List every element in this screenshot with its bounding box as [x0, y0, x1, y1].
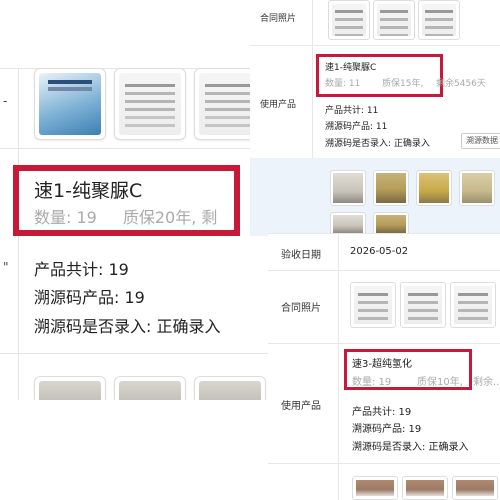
- product-remaining-days: 剩余5456天: [436, 79, 486, 89]
- row-divider: [0, 148, 268, 149]
- product-name: 速1-纯聚脲C: [325, 63, 377, 73]
- acceptance-date-label: 验收日期: [281, 250, 321, 261]
- contract-photo-label: 合同照片: [260, 14, 297, 24]
- row-divider: [250, 45, 500, 46]
- row-divider: [268, 270, 500, 271]
- contract-photo-thumbnail[interactable]: [450, 282, 496, 328]
- acceptance-date-value: 2026-05-02: [350, 246, 409, 257]
- product-quantity: 数量: 19: [34, 208, 97, 227]
- site-photo-thumbnail[interactable]: [459, 170, 495, 206]
- row-marker: -: [3, 94, 8, 108]
- row-divider: [268, 343, 500, 344]
- product-remaining-days: 剩余...: [473, 377, 500, 388]
- row-divider: [268, 463, 500, 464]
- product-highlight-box: [344, 349, 472, 390]
- site-photo-thumbnail[interactable]: [114, 376, 186, 400]
- trace-entered-status: 溯源码是否录入: 正确录入: [325, 139, 430, 149]
- site-photo-thumbnail[interactable]: [402, 476, 448, 500]
- contract-photo-thumbnail[interactable]: [400, 282, 446, 328]
- row-marker: ": [3, 260, 9, 274]
- zoomed-record-table: - " 速1-纯聚脲C 数量: 19 质保20年, 剩 产品共计: 19 溯源码产…: [0, 68, 268, 400]
- contract-photo-thumbnail[interactable]: [328, 0, 370, 40]
- trace-entered-status: 溯源码是否录入: 正确录入: [34, 317, 221, 336]
- screenshot-collage: - " 速1-纯聚脲C 数量: 19 质保20年, 剩 产品共计: 19 溯源码产…: [0, 0, 500, 500]
- site-photo-thumbnail[interactable]: [194, 376, 266, 400]
- product-name: 速1-纯聚脲C: [34, 180, 143, 202]
- site-photo-thumbnail[interactable]: [416, 170, 452, 206]
- product-meta: 数量: 19 质保20年, 剩: [34, 204, 217, 228]
- trace-products: 溯源码产品: 19: [34, 288, 145, 307]
- total-products: 产品共计: 19: [352, 407, 412, 418]
- contract-photo-label: 合同照片: [281, 303, 321, 314]
- site-photo-thumbnail[interactable]: [34, 376, 106, 400]
- product-label: 使用产品: [281, 401, 321, 412]
- trace-products: 溯源码产品: 11: [325, 122, 388, 132]
- site-photo-thumbnail[interactable]: [352, 476, 398, 500]
- product-warranty: 质保15年,: [382, 79, 424, 89]
- site-photo-thumbnail[interactable]: [330, 170, 366, 206]
- column-divider: [338, 233, 339, 500]
- trace-products: 溯源码产品: 19: [352, 424, 422, 435]
- site-photo-thumbnail[interactable]: [452, 476, 498, 500]
- product-warranty: 质保20年, 剩: [122, 208, 218, 227]
- contract-photo-thumbnail[interactable]: [34, 68, 106, 140]
- site-photo-thumbnail[interactable]: [373, 170, 409, 206]
- product-label: 使用产品: [260, 100, 297, 110]
- contract-photo-thumbnail[interactable]: [373, 0, 415, 40]
- contract-photo-thumbnail[interactable]: [114, 68, 186, 140]
- row-divider: [268, 233, 500, 234]
- product-quantity: 数量: 11: [325, 79, 361, 89]
- trace-entered-status: 溯源码是否录入: 正确录入: [352, 442, 469, 453]
- row-divider: [0, 353, 268, 354]
- trace-data-button[interactable]: 溯源数据: [461, 133, 500, 149]
- contract-photo-thumbnail[interactable]: [350, 282, 396, 328]
- total-products: 产品共计: 19: [34, 260, 129, 279]
- contract-photo-thumbnail[interactable]: [418, 0, 460, 40]
- total-products: 产品共计: 11: [325, 106, 379, 116]
